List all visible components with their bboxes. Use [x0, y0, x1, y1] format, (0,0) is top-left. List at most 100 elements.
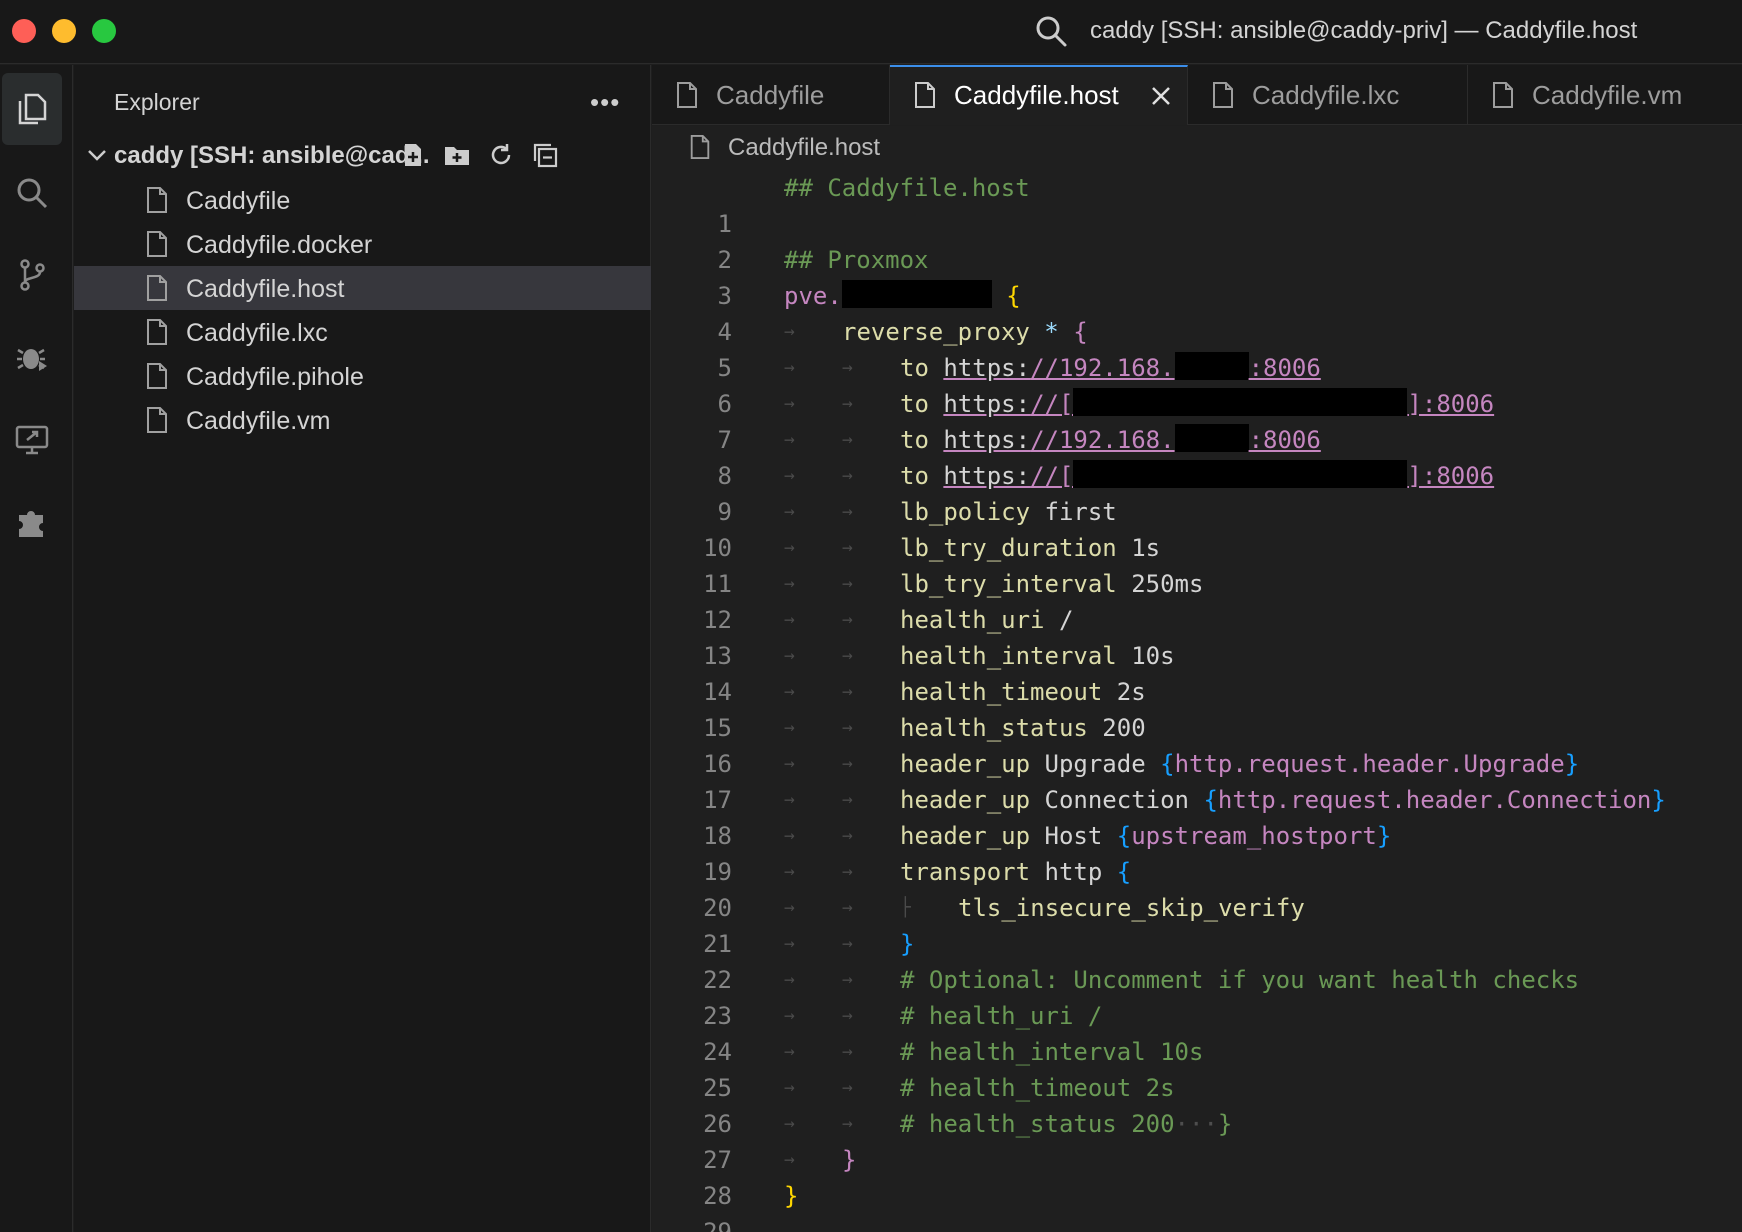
comment: # health_uri / — [900, 1002, 1103, 1030]
url-host[interactable]: //192.168. — [1030, 426, 1175, 454]
file-icon — [147, 363, 167, 389]
code-line: 2 — [652, 206, 1742, 274]
url-port[interactable]: :8006 — [1249, 354, 1321, 382]
file-item-caddyfile-host[interactable]: Caddyfile.host — [74, 266, 651, 310]
close-window-button[interactable] — [12, 19, 36, 43]
tab-caddyfile-host[interactable]: Caddyfile.host — [890, 65, 1188, 125]
url-scheme[interactable]: https: — [943, 462, 1030, 490]
new-file-icon — [405, 144, 421, 166]
file-item-caddyfile-pihole[interactable]: Caddyfile.pihole — [74, 354, 651, 398]
tab-caddyfile[interactable]: Caddyfile — [652, 65, 890, 125]
file-label: Caddyfile.host — [186, 275, 345, 303]
file-item-caddyfile-vm[interactable]: Caddyfile.vm — [74, 398, 651, 442]
code-line: 24 → → # health_uri / — [652, 998, 1742, 1066]
directive: to — [900, 426, 929, 454]
directive: header_up — [900, 786, 1031, 814]
collapse-all-icon — [533, 143, 558, 168]
value: 1s — [1131, 534, 1161, 562]
comment: ## Proxmox — [784, 246, 929, 274]
code-line: 17 → → header_up Upgrade {http.request.he… — [652, 746, 1742, 814]
explorer-activity[interactable] — [2, 73, 62, 145]
puzzle-icon — [19, 511, 43, 537]
code-editor[interactable]: 1 ## Caddyfile.host 2 3 ## Proxmox 4 pve… — [652, 166, 1742, 1232]
url-scheme[interactable]: https: — [943, 426, 1030, 454]
window-title: caddy [SSH: ansible@caddy-priv] — Caddyf… — [1090, 17, 1638, 44]
files-icon — [18, 93, 47, 125]
run-debug-activity[interactable] — [2, 321, 62, 393]
close-icon[interactable] — [1146, 81, 1176, 111]
activity-bar — [0, 65, 73, 1232]
refresh-button[interactable] — [484, 138, 518, 172]
file-icon — [1213, 82, 1233, 108]
bracket: { — [1116, 858, 1132, 886]
tab-caddyfile-vm[interactable]: Caddyfile.vm — [1468, 65, 1742, 125]
workspace-root-label: caddy [SSH: ansible@cad... — [114, 142, 430, 169]
header-name: Host — [1044, 822, 1103, 850]
new-folder-button[interactable] — [440, 138, 474, 172]
code-line: 3 ## Proxmox — [652, 242, 1742, 310]
directive: reverse_proxy — [842, 318, 1030, 346]
remote-monitor-icon — [15, 425, 49, 455]
file-icon — [677, 82, 697, 108]
directive: health_uri — [900, 606, 1045, 634]
directive: header_up — [900, 750, 1031, 778]
code-line: 12 → → lb_try_interval 250ms — [652, 566, 1742, 634]
search-icon[interactable] — [1034, 14, 1068, 48]
code-line: 29 } — [652, 1178, 1742, 1232]
url-host[interactable]: //[ — [1030, 462, 1073, 490]
explorer-sidebar: Explorer ••• caddy [SSH: ansible@cad... — [74, 65, 651, 1232]
url-port[interactable]: ]:8006 — [1407, 390, 1494, 418]
value: 250ms — [1131, 570, 1204, 598]
maximize-window-button[interactable] — [92, 19, 116, 43]
breadcrumb-file[interactable]: Caddyfile.host — [728, 134, 880, 162]
file-icon — [915, 82, 935, 108]
chevron-down-icon — [88, 150, 106, 161]
code-line: 27 → → # health_status 200···} — [652, 1106, 1742, 1174]
url-port[interactable]: ]:8006 — [1407, 462, 1494, 490]
file-label: Caddyfile.lxc — [186, 319, 328, 347]
url-scheme[interactable]: https: — [943, 390, 1030, 418]
code-line: 1 ## Caddyfile.host — [652, 170, 1742, 238]
file-item-caddyfile-lxc[interactable]: Caddyfile.lxc — [74, 310, 651, 354]
code-line: 4 pve. { — [652, 278, 1742, 346]
directive: lb_policy — [900, 498, 1031, 526]
directive: tls_insecure_skip_verify — [958, 894, 1305, 922]
remote-explorer-activity[interactable] — [2, 403, 62, 475]
code-line: 19 → → header_up Host {upstream_hostport} — [652, 818, 1742, 886]
file-icon — [147, 231, 167, 257]
header-name: Upgrade — [1044, 750, 1146, 778]
file-icon — [1493, 82, 1513, 108]
code-line: 23 → → # Optional: Uncomment if you want … — [652, 962, 1742, 1030]
url-host[interactable]: //192.168. — [1030, 354, 1175, 382]
search-activity[interactable] — [2, 157, 62, 229]
file-item-caddyfile-docker[interactable]: Caddyfile.docker — [74, 222, 651, 266]
file-item-caddyfile[interactable]: Caddyfile — [74, 178, 651, 222]
redacted-block — [1073, 388, 1408, 416]
collapse-all-button[interactable] — [528, 138, 562, 172]
redacted-block — [1174, 424, 1249, 452]
workspace-root[interactable]: caddy [SSH: ansible@cad... — [74, 134, 651, 178]
file-label: Caddyfile.docker — [186, 231, 373, 259]
redacted-block — [841, 280, 992, 308]
more-actions-button[interactable]: ••• — [590, 87, 620, 118]
value: 2s — [1116, 678, 1146, 706]
source-control-activity[interactable] — [2, 239, 62, 311]
directive: health_interval — [900, 642, 1117, 670]
minimize-window-button[interactable] — [52, 19, 76, 43]
placeholder: http.request.header.Upgrade — [1174, 750, 1565, 778]
file-label: Caddyfile — [186, 187, 291, 215]
new-folder-icon — [445, 147, 469, 165]
directive: lb_try_duration — [900, 534, 1117, 562]
extensions-activity[interactable] — [2, 485, 62, 557]
new-file-button[interactable] — [396, 138, 430, 172]
tab-caddyfile-lxc[interactable]: Caddyfile.lxc — [1188, 65, 1468, 125]
url-host[interactable]: //[ — [1030, 390, 1073, 418]
comment: # health_timeout 2s — [900, 1074, 1175, 1102]
code-line: 5 → reverse_proxy * { — [652, 314, 1742, 382]
file-label: Caddyfile.vm — [186, 407, 331, 435]
directive: health_timeout — [900, 678, 1103, 706]
url-scheme[interactable]: https: — [943, 354, 1030, 382]
placeholder: upstream_hostport — [1131, 822, 1377, 850]
bracket: } — [842, 1146, 857, 1174]
url-port[interactable]: :8006 — [1249, 426, 1321, 454]
